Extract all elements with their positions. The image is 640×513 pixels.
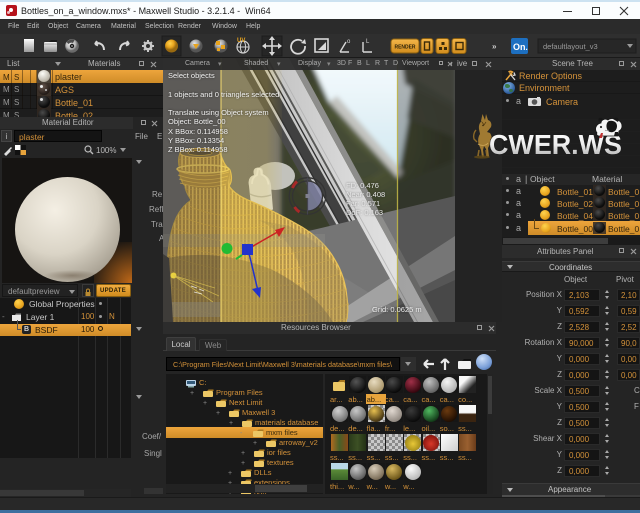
svg-text:o: o <box>347 39 351 45</box>
svg-text:On.: On. <box>513 42 528 52</box>
svg-text:defaultlayout_v3: defaultlayout_v3 <box>543 42 598 51</box>
svg-text:L: L <box>366 39 370 45</box>
svg-text:UV: UV <box>237 38 245 44</box>
svg-text:RENDER: RENDER <box>395 45 416 51</box>
svg-text:»: » <box>492 42 497 51</box>
